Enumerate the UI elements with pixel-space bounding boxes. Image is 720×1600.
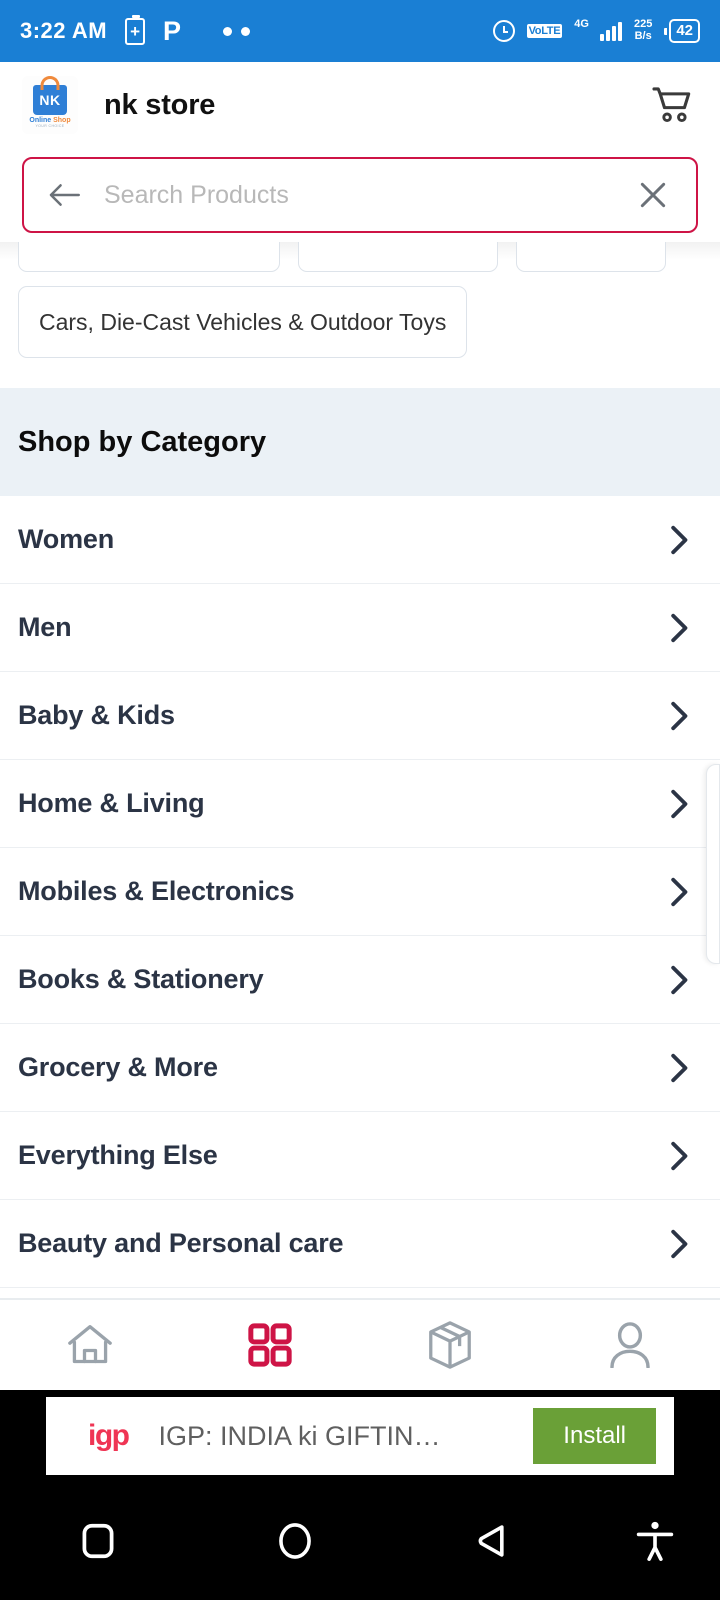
category-label: Books & Stationery xyxy=(18,964,264,994)
chip-partial-2[interactable] xyxy=(298,242,498,272)
search-clear-button[interactable] xyxy=(632,174,674,216)
volte-badge: VoLTE xyxy=(526,24,563,38)
category-label: Everything Else xyxy=(18,1140,218,1170)
ad-install-button[interactable]: Install xyxy=(533,1408,656,1464)
chevron-right-icon xyxy=(660,608,700,648)
logo-tagline: YOUR CHOICE xyxy=(35,124,65,128)
bottom-navigation xyxy=(0,1298,720,1390)
chevron-right-icon xyxy=(660,784,700,824)
battery-plus-icon xyxy=(125,14,146,45)
status-bar: 3:22 AM P VoLTE 4G 225 B/s 42 xyxy=(0,0,720,62)
p-icon: P xyxy=(163,15,182,46)
category-label: Beauty and Personal care xyxy=(18,1228,344,1258)
alarm-icon xyxy=(492,20,515,42)
ad-title: IGP: INDIA ki GIFTIN… xyxy=(158,1420,441,1451)
section-title: Shop by Category xyxy=(18,425,267,458)
category-row-baby-kids[interactable]: Baby & Kids xyxy=(0,672,720,760)
store-logo[interactable]: NK Online Shop YOUR CHOICE xyxy=(22,76,78,134)
chevron-right-icon xyxy=(660,1224,700,1264)
shopping-bag-icon: NK xyxy=(33,76,67,115)
network-speed: 225 B/s xyxy=(634,19,652,42)
category-row-grocery-more[interactable]: Grocery & More xyxy=(0,1024,720,1112)
category-row-men[interactable]: Men xyxy=(0,584,720,672)
square-recents-icon xyxy=(82,1523,114,1559)
chevron-right-icon xyxy=(660,1048,700,1088)
network-speed-unit: B/s xyxy=(634,30,652,42)
chevron-right-icon xyxy=(660,696,700,736)
package-orders-icon xyxy=(429,1321,471,1369)
signal-bars-icon xyxy=(599,21,622,41)
home-icon xyxy=(68,1325,112,1364)
status-time: 3:22 AM xyxy=(20,18,108,43)
account-person-icon xyxy=(610,1322,650,1368)
phone-screen: 3:22 AM P VoLTE 4G 225 B/s 42 NK xyxy=(0,0,720,1600)
status-bar-left: 3:22 AM P xyxy=(20,14,251,46)
shop-by-category-header: Shop by Category xyxy=(0,388,720,496)
triangle-back-icon xyxy=(478,1525,504,1557)
circle-home-icon xyxy=(279,1523,311,1559)
arrow-left-icon xyxy=(49,184,80,206)
close-icon xyxy=(640,182,666,208)
category-row-books-stationery[interactable]: Books & Stationery xyxy=(0,936,720,1024)
category-label: Grocery & More xyxy=(18,1052,218,1082)
category-row-women[interactable]: Women xyxy=(0,496,720,584)
page-title: nk store xyxy=(104,88,216,121)
category-row-mobiles-electronics[interactable]: Mobiles & Electronics xyxy=(0,848,720,936)
chip-partial-3[interactable] xyxy=(516,242,666,272)
more-dots-icon xyxy=(223,26,251,36)
android-navigation-bar xyxy=(0,1482,720,1600)
bottom-nav-categories[interactable] xyxy=(180,1300,360,1390)
chip-partial-1[interactable] xyxy=(18,242,280,272)
scrollbar-thumb[interactable] xyxy=(706,764,720,964)
logo-subtitle: Online Shop xyxy=(29,117,70,124)
android-accessibility-button[interactable] xyxy=(590,1520,720,1562)
ad-container: igp IGP: INDIA ki GIFTIN… Install xyxy=(0,1390,720,1482)
search-bar[interactable] xyxy=(22,157,698,233)
battery-tip xyxy=(664,27,668,35)
category-label: Women xyxy=(18,524,115,554)
android-home-button[interactable] xyxy=(197,1521,394,1561)
chip-cars-die-cast-vehicles[interactable]: Cars, Die-Cast Vehicles & Outdoor Toys xyxy=(18,286,468,358)
category-label: Baby & Kids xyxy=(18,700,175,730)
bottom-nav-orders[interactable] xyxy=(360,1300,540,1390)
chevron-right-icon xyxy=(660,1136,700,1176)
search-back-button[interactable] xyxy=(42,173,86,217)
logo-subtitle-online: Online xyxy=(29,117,52,124)
chevron-right-icon xyxy=(660,520,700,560)
app-bar: NK Online Shop YOUR CHOICE nk store xyxy=(0,62,720,148)
battery-icon: 42 xyxy=(664,19,700,43)
category-row-home-living[interactable]: Home & Living xyxy=(0,760,720,848)
logo-subtitle-shop: Shop xyxy=(53,117,71,124)
grid-categories-icon xyxy=(248,1323,292,1367)
network-type-label: 4G xyxy=(574,18,589,31)
status-bar-right: VoLTE 4G 225 B/s 42 xyxy=(492,18,700,43)
category-row-beauty-personal-care[interactable]: Beauty and Personal care xyxy=(0,1200,720,1288)
search-input[interactable] xyxy=(104,180,632,210)
logo-initials: NK xyxy=(39,92,61,108)
suggestion-chips: Cars, Die-Cast Vehicles & Outdoor Toys xyxy=(0,242,720,388)
bottom-nav-account[interactable] xyxy=(540,1300,720,1390)
chevron-right-icon xyxy=(660,872,700,912)
category-label: Home & Living xyxy=(18,788,205,818)
chip-row-visible: Cars, Die-Cast Vehicles & Outdoor Toys xyxy=(0,286,720,358)
chip-row-partial xyxy=(0,242,720,272)
ad-advertiser-logo: igp xyxy=(88,1419,130,1452)
network-speed-value: 225 xyxy=(633,18,653,31)
cart-button[interactable] xyxy=(648,83,696,127)
search-container xyxy=(0,148,720,242)
bottom-nav-home[interactable] xyxy=(0,1300,180,1390)
accessibility-icon xyxy=(636,1521,674,1561)
chevron-right-icon xyxy=(660,960,700,1000)
category-label: Mobiles & Electronics xyxy=(18,876,295,906)
android-recents-button[interactable] xyxy=(0,1522,197,1560)
shopping-cart-icon xyxy=(652,87,691,123)
ad-banner[interactable]: igp IGP: INDIA ki GIFTIN… Install xyxy=(46,1397,674,1475)
battery-percent: 42 xyxy=(669,19,700,43)
category-label: Men xyxy=(18,612,72,642)
category-row-everything-else[interactable]: Everything Else xyxy=(0,1112,720,1200)
category-list[interactable]: Women Men Baby & Kids Home & Living Mobi xyxy=(0,496,720,1298)
android-back-button[interactable] xyxy=(393,1522,590,1560)
